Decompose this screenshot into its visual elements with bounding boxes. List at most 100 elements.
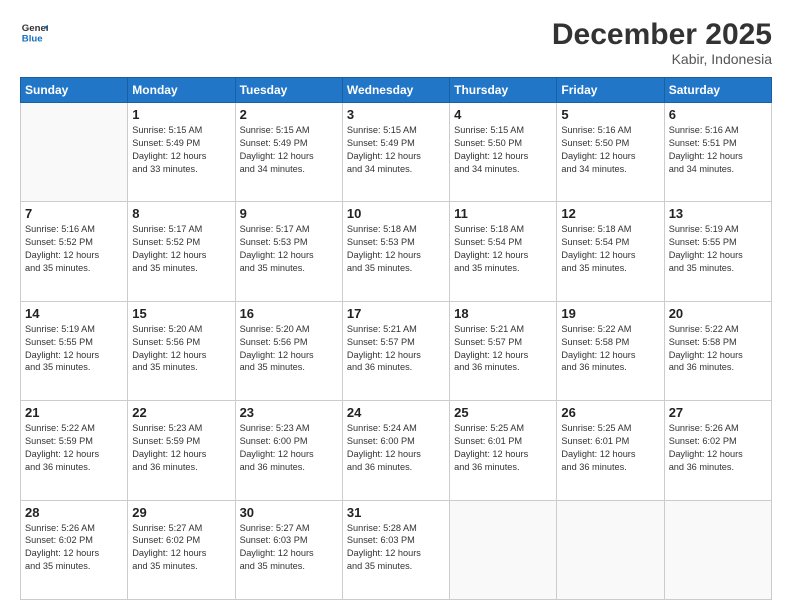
calendar-row: 7Sunrise: 5:16 AM Sunset: 5:52 PM Daylig…	[21, 202, 772, 301]
table-row	[557, 500, 664, 599]
table-row: 10 Sunrise: 5:18 AM Sunset: 5:53 PM Dayli…	[342, 202, 449, 301]
header-saturday: Saturday	[664, 78, 771, 103]
svg-text:Blue: Blue	[22, 34, 43, 45]
table-row	[664, 500, 771, 599]
day-number: 8	[132, 206, 230, 221]
day-number: 31	[347, 505, 445, 520]
header-thursday: Thursday	[450, 78, 557, 103]
day-number: 16	[240, 306, 338, 321]
day-number: 22	[132, 405, 230, 420]
day-info: Sunrise: 5:20 AM Sunset: 5:56 PM Dayligh…	[240, 323, 338, 375]
table-row: 22Sunrise: 5:23 AM Sunset: 5:59 PM Dayli…	[128, 401, 235, 500]
table-row: 21Sunrise: 5:22 AM Sunset: 5:59 PM Dayli…	[21, 401, 128, 500]
header-sunday: Sunday	[21, 78, 128, 103]
day-info: Sunrise: 5:16 AM Sunset: 5:51 PM Dayligh…	[669, 124, 767, 176]
logo: General Blue	[20, 18, 48, 46]
day-info: Sunrise: 5:28 AM Sunset: 6:03 PM Dayligh…	[347, 522, 445, 574]
table-row: 15 Sunrise: 5:20 AM Sunset: 5:56 PM Dayli…	[128, 301, 235, 400]
day-info: Sunrise: 5:15 AM Sunset: 5:49 PM Dayligh…	[347, 124, 445, 176]
location: Kabir, Indonesia	[552, 51, 772, 67]
day-number: 26	[561, 405, 659, 420]
calendar-row: 1 Sunrise: 5:15 AM Sunset: 5:49 PM Daylig…	[21, 103, 772, 202]
svg-text:General: General	[22, 23, 48, 34]
table-row: 24 Sunrise: 5:24 AM Sunset: 6:00 PM Dayli…	[342, 401, 449, 500]
day-number: 20	[669, 306, 767, 321]
day-number: 14	[25, 306, 123, 321]
title-block: December 2025 Kabir, Indonesia	[552, 18, 772, 67]
day-info: Sunrise: 5:15 AM Sunset: 5:49 PM Dayligh…	[132, 124, 230, 176]
header: General Blue December 2025 Kabir, Indone…	[20, 18, 772, 67]
day-info: Sunrise: 5:19 AM Sunset: 5:55 PM Dayligh…	[25, 323, 123, 375]
month-title: December 2025	[552, 18, 772, 51]
table-row: 31 Sunrise: 5:28 AM Sunset: 6:03 PM Dayli…	[342, 500, 449, 599]
day-number: 4	[454, 107, 552, 122]
day-number: 29	[132, 505, 230, 520]
day-number: 6	[669, 107, 767, 122]
table-row: 2 Sunrise: 5:15 AM Sunset: 5:49 PM Daylig…	[235, 103, 342, 202]
calendar-row: 28Sunrise: 5:26 AM Sunset: 6:02 PM Dayli…	[21, 500, 772, 599]
day-number: 24	[347, 405, 445, 420]
day-info: Sunrise: 5:16 AM Sunset: 5:50 PM Dayligh…	[561, 124, 659, 176]
day-info: Sunrise: 5:18 AM Sunset: 5:53 PM Dayligh…	[347, 223, 445, 275]
table-row: 20Sunrise: 5:22 AM Sunset: 5:58 PM Dayli…	[664, 301, 771, 400]
table-row: 16 Sunrise: 5:20 AM Sunset: 5:56 PM Dayli…	[235, 301, 342, 400]
day-info: Sunrise: 5:20 AM Sunset: 5:56 PM Dayligh…	[132, 323, 230, 375]
day-number: 12	[561, 206, 659, 221]
table-row: 25Sunrise: 5:25 AM Sunset: 6:01 PM Dayli…	[450, 401, 557, 500]
day-info: Sunrise: 5:27 AM Sunset: 6:03 PM Dayligh…	[240, 522, 338, 574]
table-row: 11Sunrise: 5:18 AM Sunset: 5:54 PM Dayli…	[450, 202, 557, 301]
header-tuesday: Tuesday	[235, 78, 342, 103]
table-row: 8Sunrise: 5:17 AM Sunset: 5:52 PM Daylig…	[128, 202, 235, 301]
day-info: Sunrise: 5:15 AM Sunset: 5:50 PM Dayligh…	[454, 124, 552, 176]
day-info: Sunrise: 5:15 AM Sunset: 5:49 PM Dayligh…	[240, 124, 338, 176]
table-row: 9Sunrise: 5:17 AM Sunset: 5:53 PM Daylig…	[235, 202, 342, 301]
page: General Blue December 2025 Kabir, Indone…	[0, 0, 792, 612]
day-number: 19	[561, 306, 659, 321]
day-number: 15	[132, 306, 230, 321]
table-row: 13 Sunrise: 5:19 AM Sunset: 5:55 PM Dayli…	[664, 202, 771, 301]
day-number: 3	[347, 107, 445, 122]
day-number: 13	[669, 206, 767, 221]
table-row: 1 Sunrise: 5:15 AM Sunset: 5:49 PM Daylig…	[128, 103, 235, 202]
day-number: 11	[454, 206, 552, 221]
day-info: Sunrise: 5:26 AM Sunset: 6:02 PM Dayligh…	[669, 422, 767, 474]
calendar-row: 21Sunrise: 5:22 AM Sunset: 5:59 PM Dayli…	[21, 401, 772, 500]
table-row: 3 Sunrise: 5:15 AM Sunset: 5:49 PM Daylig…	[342, 103, 449, 202]
day-number: 30	[240, 505, 338, 520]
day-number: 18	[454, 306, 552, 321]
header-monday: Monday	[128, 78, 235, 103]
table-row: 23Sunrise: 5:23 AM Sunset: 6:00 PM Dayli…	[235, 401, 342, 500]
table-row: 7Sunrise: 5:16 AM Sunset: 5:52 PM Daylig…	[21, 202, 128, 301]
weekday-header-row: Sunday Monday Tuesday Wednesday Thursday…	[21, 78, 772, 103]
table-row: 12 Sunrise: 5:18 AM Sunset: 5:54 PM Dayli…	[557, 202, 664, 301]
day-info: Sunrise: 5:18 AM Sunset: 5:54 PM Dayligh…	[561, 223, 659, 275]
day-number: 1	[132, 107, 230, 122]
day-info: Sunrise: 5:24 AM Sunset: 6:00 PM Dayligh…	[347, 422, 445, 474]
header-wednesday: Wednesday	[342, 78, 449, 103]
calendar-row: 14 Sunrise: 5:19 AM Sunset: 5:55 PM Dayli…	[21, 301, 772, 400]
day-number: 5	[561, 107, 659, 122]
day-info: Sunrise: 5:22 AM Sunset: 5:58 PM Dayligh…	[561, 323, 659, 375]
day-info: Sunrise: 5:21 AM Sunset: 5:57 PM Dayligh…	[347, 323, 445, 375]
table-row: 28Sunrise: 5:26 AM Sunset: 6:02 PM Dayli…	[21, 500, 128, 599]
day-number: 10	[347, 206, 445, 221]
table-row: 27 Sunrise: 5:26 AM Sunset: 6:02 PM Dayli…	[664, 401, 771, 500]
day-info: Sunrise: 5:25 AM Sunset: 6:01 PM Dayligh…	[561, 422, 659, 474]
day-info: Sunrise: 5:25 AM Sunset: 6:01 PM Dayligh…	[454, 422, 552, 474]
table-row: 30 Sunrise: 5:27 AM Sunset: 6:03 PM Dayli…	[235, 500, 342, 599]
day-info: Sunrise: 5:22 AM Sunset: 5:59 PM Dayligh…	[25, 422, 123, 474]
table-row: 19 Sunrise: 5:22 AM Sunset: 5:58 PM Dayli…	[557, 301, 664, 400]
day-number: 2	[240, 107, 338, 122]
table-row: 5 Sunrise: 5:16 AM Sunset: 5:50 PM Daylig…	[557, 103, 664, 202]
day-info: Sunrise: 5:27 AM Sunset: 6:02 PM Dayligh…	[132, 522, 230, 574]
table-row: 4 Sunrise: 5:15 AM Sunset: 5:50 PM Daylig…	[450, 103, 557, 202]
table-row: 6 Sunrise: 5:16 AM Sunset: 5:51 PM Daylig…	[664, 103, 771, 202]
day-number: 27	[669, 405, 767, 420]
day-info: Sunrise: 5:26 AM Sunset: 6:02 PM Dayligh…	[25, 522, 123, 574]
day-number: 7	[25, 206, 123, 221]
logo-icon: General Blue	[20, 18, 48, 46]
day-number: 23	[240, 405, 338, 420]
day-number: 9	[240, 206, 338, 221]
day-info: Sunrise: 5:19 AM Sunset: 5:55 PM Dayligh…	[669, 223, 767, 275]
table-row: 18Sunrise: 5:21 AM Sunset: 5:57 PM Dayli…	[450, 301, 557, 400]
